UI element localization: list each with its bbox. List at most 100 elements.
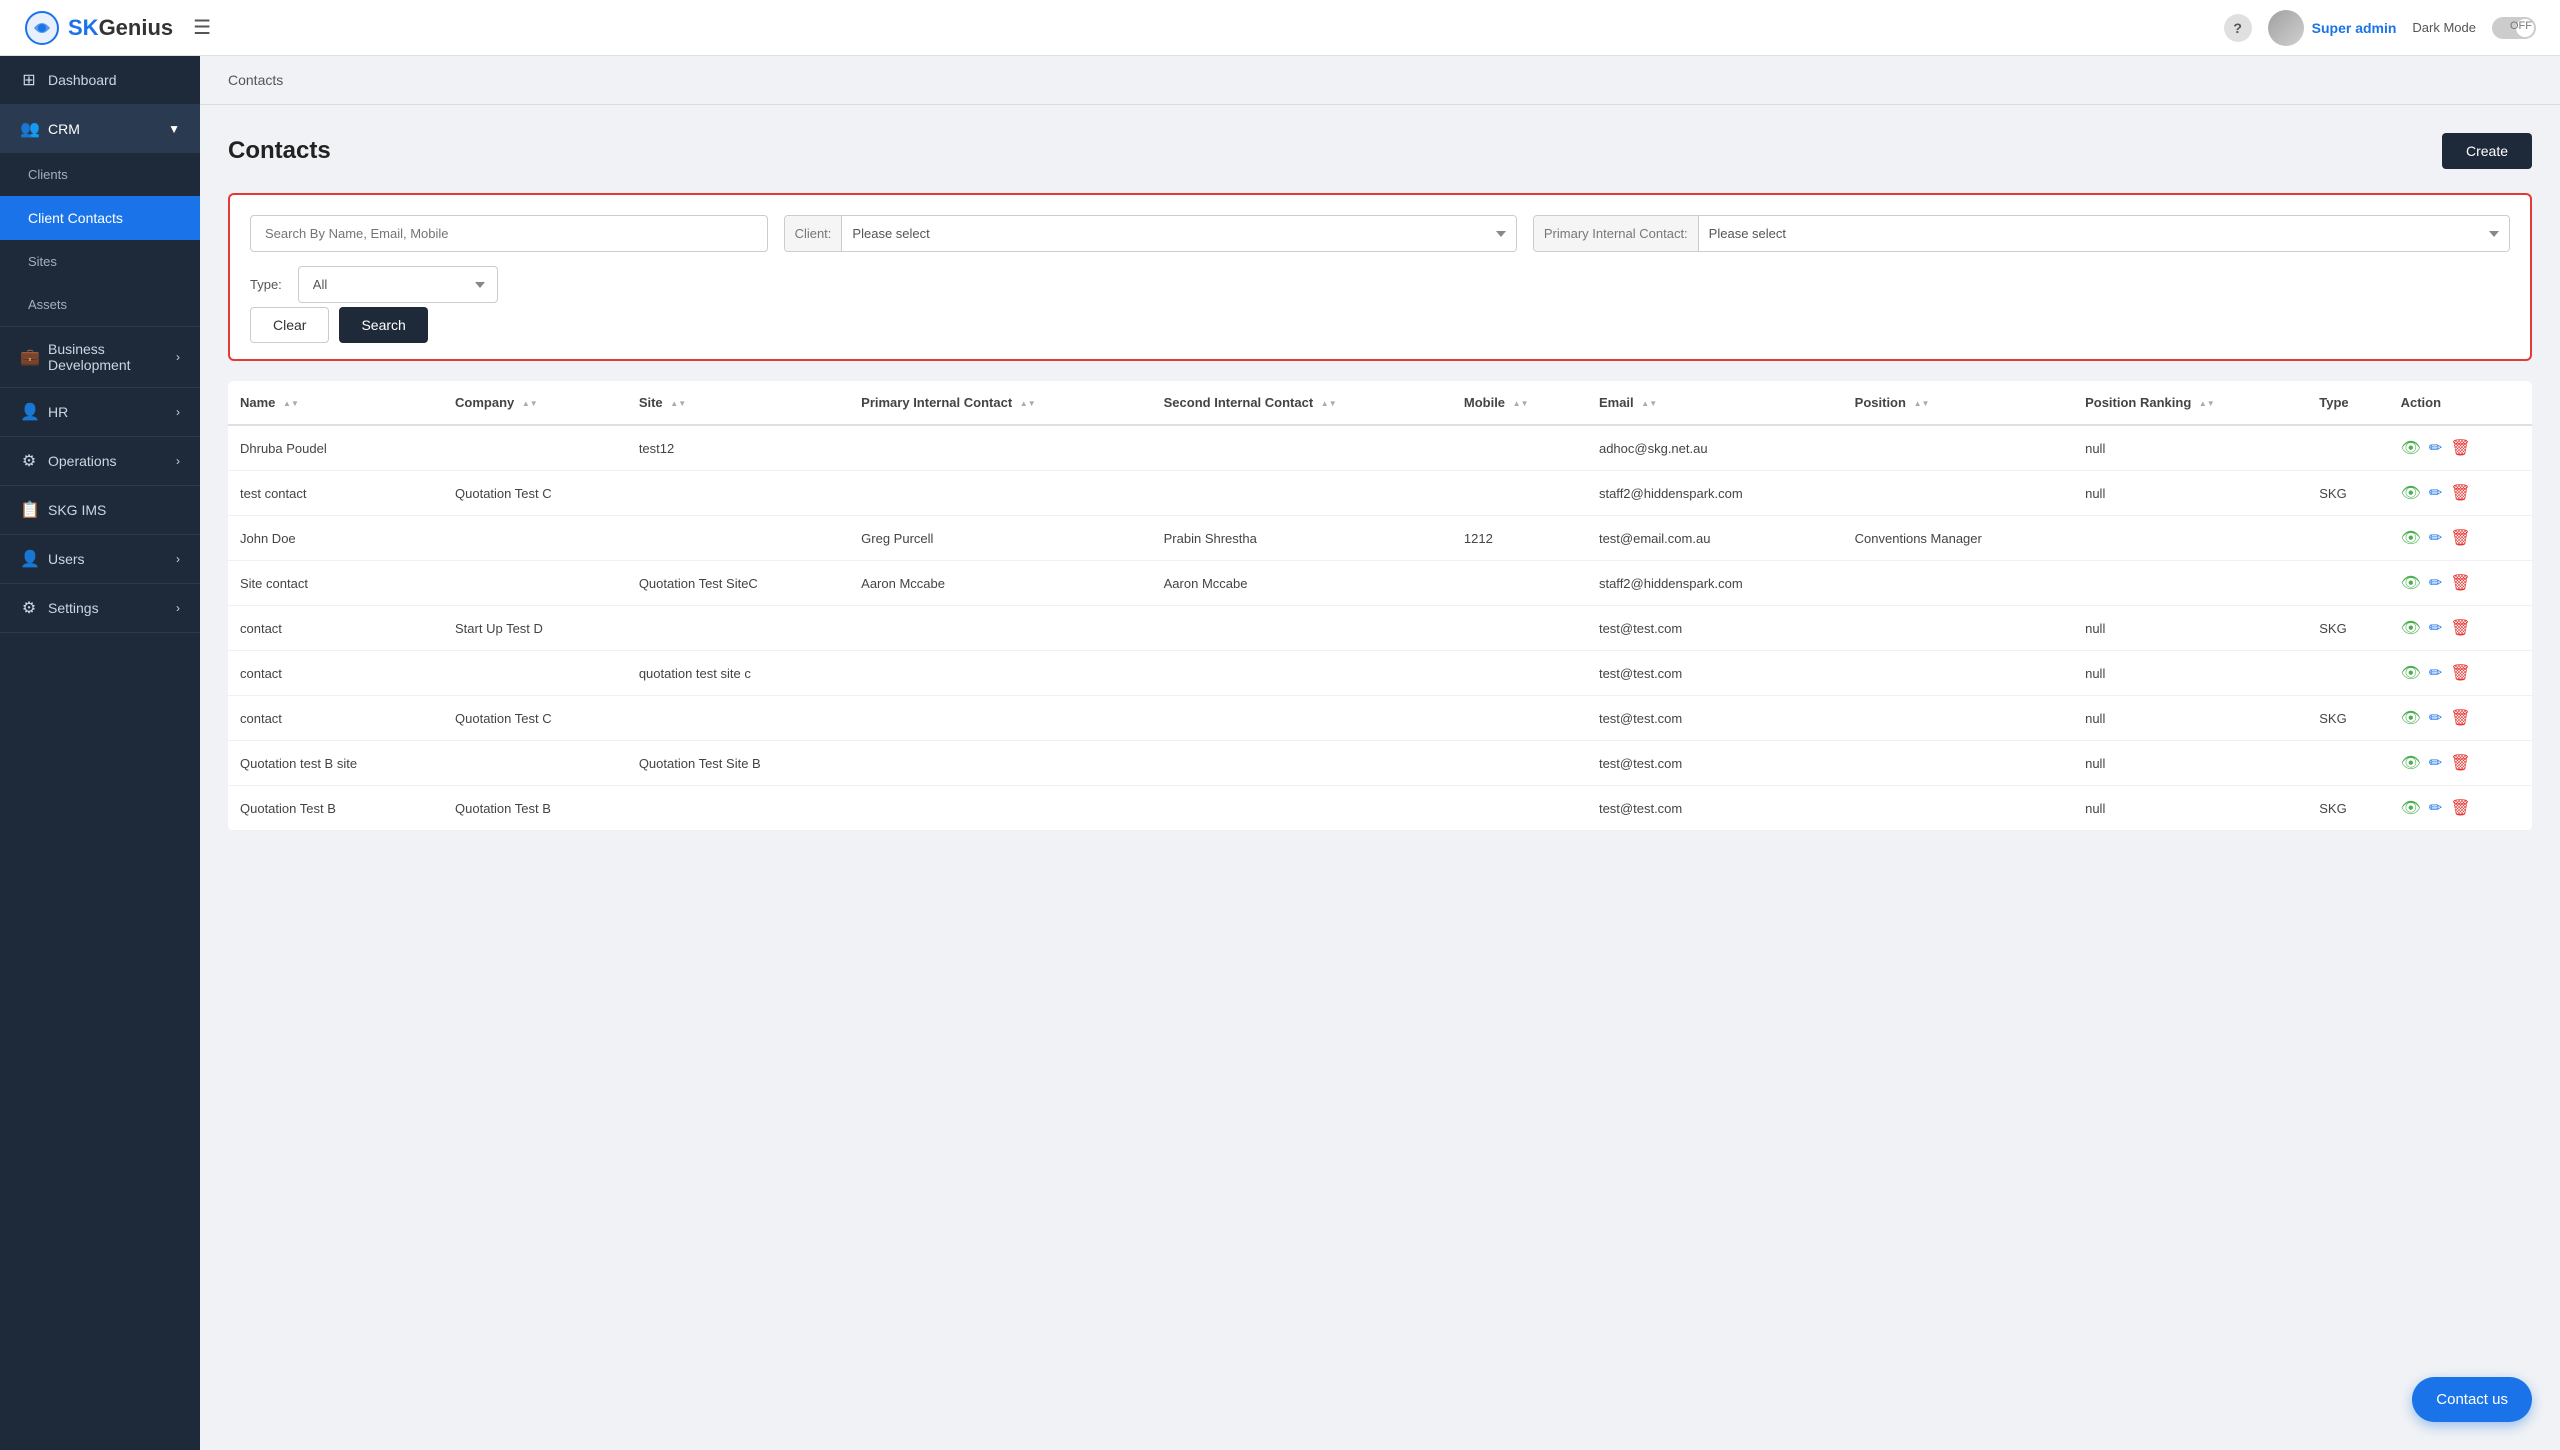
- sort-icon: ▲▼: [1020, 399, 1036, 408]
- col-second-internal-contact[interactable]: Second Internal Contact ▲▼: [1152, 381, 1452, 425]
- sidebar-item-hr[interactable]: 👤 HR ›: [0, 388, 200, 436]
- col-company[interactable]: Company ▲▼: [443, 381, 627, 425]
- col-action: Action: [2389, 381, 2532, 425]
- view-icon[interactable]: 👁: [2401, 438, 2421, 458]
- sidebar-item-label: SKG IMS: [48, 502, 106, 518]
- sidebar-item-clients[interactable]: Clients: [0, 153, 200, 196]
- cell-action: 👁 ✏ 🗑: [2389, 425, 2532, 471]
- edit-icon[interactable]: ✏: [2429, 573, 2442, 593]
- col-mobile[interactable]: Mobile ▲▼: [1452, 381, 1587, 425]
- delete-icon[interactable]: 🗑: [2450, 663, 2470, 683]
- col-type[interactable]: Type: [2307, 381, 2388, 425]
- cell-email: adhoc@skg.net.au: [1587, 425, 1843, 471]
- edit-icon[interactable]: ✏: [2429, 483, 2442, 503]
- search-input[interactable]: [250, 215, 768, 252]
- sort-icon: ▲▼: [283, 399, 299, 408]
- cell-position: Conventions Manager: [1843, 516, 2073, 561]
- delete-icon[interactable]: 🗑: [2450, 573, 2470, 593]
- clear-button[interactable]: Clear: [250, 307, 329, 343]
- sidebar-item-skg-ims[interactable]: 📋 SKG IMS: [0, 486, 200, 534]
- view-icon[interactable]: 👁: [2401, 528, 2421, 548]
- client-select[interactable]: Please select: [842, 216, 1515, 251]
- view-icon[interactable]: 👁: [2401, 708, 2421, 728]
- delete-icon[interactable]: 🗑: [2450, 483, 2470, 503]
- cell-name: test contact: [228, 471, 443, 516]
- cell-action: 👁 ✏ 🗑: [2389, 606, 2532, 651]
- col-position[interactable]: Position ▲▼: [1843, 381, 2073, 425]
- avatar: [2268, 10, 2304, 46]
- sidebar-item-business-development[interactable]: 💼 Business Development ›: [0, 327, 200, 387]
- delete-icon[interactable]: 🗑: [2450, 438, 2470, 458]
- edit-icon[interactable]: ✏: [2429, 528, 2442, 548]
- view-icon[interactable]: 👁: [2401, 798, 2421, 818]
- sidebar-item-users[interactable]: 👤 Users ›: [0, 535, 200, 583]
- action-icons: 👁 ✏ 🗑: [2401, 438, 2520, 458]
- sidebar-item-crm[interactable]: 👥 CRM ▼: [0, 105, 200, 153]
- delete-icon[interactable]: 🗑: [2450, 618, 2470, 638]
- cell-position: [1843, 741, 2073, 786]
- edit-icon[interactable]: ✏: [2429, 438, 2442, 458]
- type-select[interactable]: All: [298, 266, 498, 303]
- chevron-right-icon: ›: [176, 601, 180, 615]
- view-icon[interactable]: 👁: [2401, 663, 2421, 683]
- cell-company: Quotation Test C: [443, 471, 627, 516]
- sidebar-item-operations[interactable]: ⚙ Operations ›: [0, 437, 200, 485]
- cell-site: [627, 606, 849, 651]
- table-header: Name ▲▼ Company ▲▼ Site ▲▼: [228, 381, 2532, 425]
- logo-icon: [24, 10, 60, 46]
- action-icons: 👁 ✏ 🗑: [2401, 708, 2520, 728]
- sidebar-item-label: HR: [48, 404, 68, 420]
- edit-icon[interactable]: ✏: [2429, 753, 2442, 773]
- sidebar-item-sites[interactable]: Sites: [0, 240, 200, 283]
- col-email[interactable]: Email ▲▼: [1587, 381, 1843, 425]
- cell-type: [2307, 516, 2388, 561]
- dark-mode-toggle[interactable]: OFF: [2492, 17, 2536, 39]
- contact-us-button[interactable]: Contact us: [2412, 1377, 2532, 1422]
- view-icon[interactable]: 👁: [2401, 573, 2421, 593]
- edit-icon[interactable]: ✏: [2429, 708, 2442, 728]
- col-name[interactable]: Name ▲▼: [228, 381, 443, 425]
- cell-site: test12: [627, 425, 849, 471]
- delete-icon[interactable]: 🗑: [2450, 798, 2470, 818]
- create-button[interactable]: Create: [2442, 133, 2532, 169]
- sidebar-item-client-contacts[interactable]: Client Contacts: [0, 196, 200, 240]
- delete-icon[interactable]: 🗑: [2450, 708, 2470, 728]
- cell-second_internal_contact: [1152, 741, 1452, 786]
- delete-icon[interactable]: 🗑: [2450, 528, 2470, 548]
- search-button[interactable]: Search: [339, 307, 427, 343]
- sidebar-section-skg: 📋 SKG IMS: [0, 486, 200, 535]
- sidebar-item-label: Business Development: [48, 341, 166, 373]
- table-row: contactquotation test site ctest@test.co…: [228, 651, 2532, 696]
- sidebar-item-dashboard[interactable]: ⊞ Dashboard: [0, 56, 200, 104]
- delete-icon[interactable]: 🗑: [2450, 753, 2470, 773]
- cell-name: contact: [228, 651, 443, 696]
- cell-company: [443, 741, 627, 786]
- primary-contact-select[interactable]: Please select: [1699, 216, 2509, 251]
- table-row: Site contactQuotation Test SiteCAaron Mc…: [228, 561, 2532, 606]
- sidebar-item-settings[interactable]: ⚙ Settings ›: [0, 584, 200, 632]
- operations-icon: ⚙: [20, 451, 38, 471]
- client-select-wrapper: Client: Please select: [784, 215, 1517, 252]
- cell-mobile: [1452, 471, 1587, 516]
- cell-primary_internal_contact: [849, 425, 1151, 471]
- sidebar-item-assets[interactable]: Assets: [0, 283, 200, 326]
- edit-icon[interactable]: ✏: [2429, 663, 2442, 683]
- view-icon[interactable]: 👁: [2401, 618, 2421, 638]
- table-row: Dhruba Poudeltest12adhoc@skg.net.aunull …: [228, 425, 2532, 471]
- help-icon[interactable]: ?: [2224, 14, 2252, 42]
- table-row: contactStart Up Test Dtest@test.comnullS…: [228, 606, 2532, 651]
- cell-mobile: 1212: [1452, 516, 1587, 561]
- col-site[interactable]: Site ▲▼: [627, 381, 849, 425]
- cell-type: SKG: [2307, 786, 2388, 831]
- sidebar-section-users: 👤 Users ›: [0, 535, 200, 584]
- col-position-ranking[interactable]: Position Ranking ▲▼: [2073, 381, 2307, 425]
- col-primary-internal-contact[interactable]: Primary Internal Contact ▲▼: [849, 381, 1151, 425]
- client-label: Client:: [785, 216, 843, 251]
- edit-icon[interactable]: ✏: [2429, 798, 2442, 818]
- view-icon[interactable]: 👁: [2401, 483, 2421, 503]
- edit-icon[interactable]: ✏: [2429, 618, 2442, 638]
- toggle-track[interactable]: OFF: [2492, 17, 2536, 39]
- hamburger-menu[interactable]: ☰: [193, 15, 211, 40]
- cell-name: Site contact: [228, 561, 443, 606]
- view-icon[interactable]: 👁: [2401, 753, 2421, 773]
